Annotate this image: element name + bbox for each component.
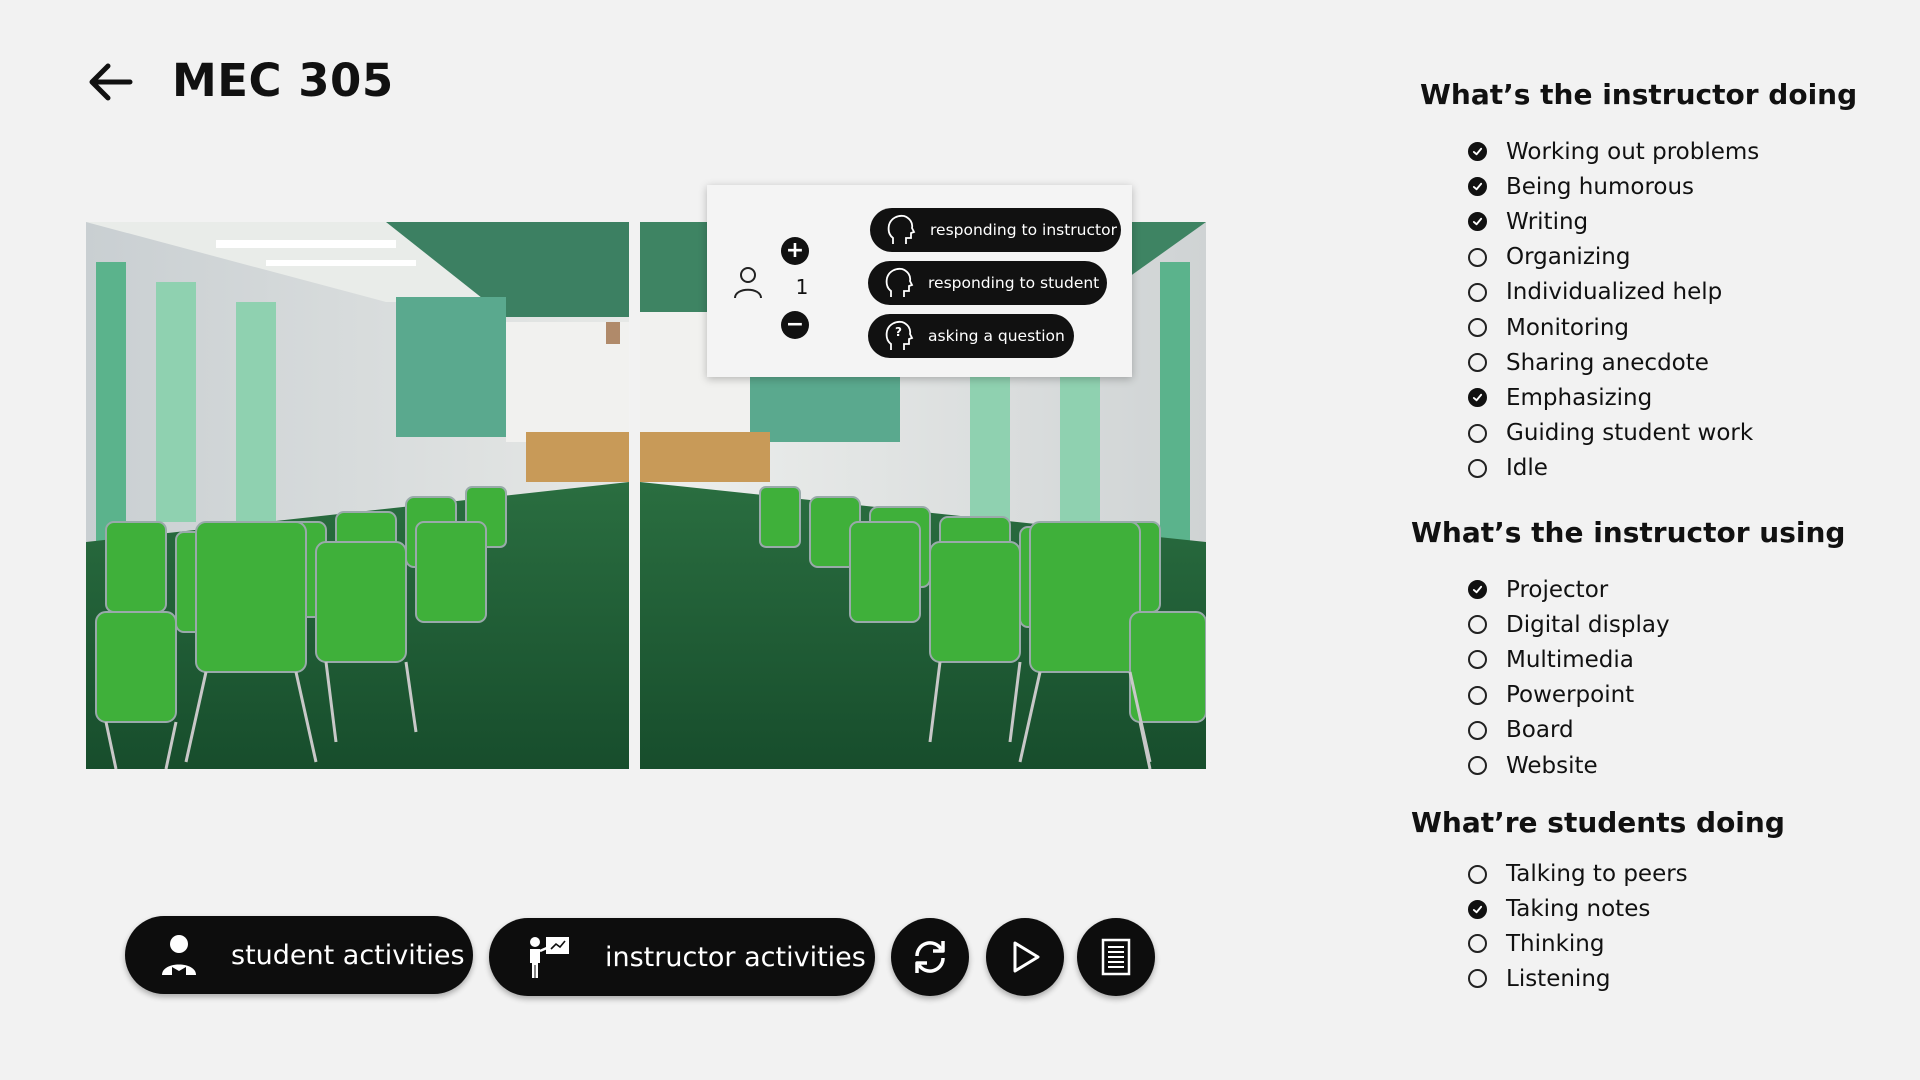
instructor-doing-list: Working out problems Being humorous Writin… (1468, 134, 1759, 486)
option-label: Multimedia (1506, 646, 1634, 673)
empty-circle-icon (1468, 353, 1487, 373)
empty-circle-icon (1468, 969, 1487, 989)
head-speaking-icon (887, 214, 916, 244)
refresh-icon (915, 941, 945, 973)
instructor-activities-button[interactable]: instructor activities (489, 918, 875, 996)
option-label: Being humorous (1506, 173, 1695, 200)
refresh-button[interactable] (891, 918, 969, 996)
option-label: Board (1506, 717, 1574, 744)
participation-popup: + 1 − responding to instructor respondin… (707, 185, 1132, 377)
head-question-icon: ? (885, 320, 914, 350)
check-circle-icon (1468, 580, 1487, 600)
empty-circle-icon (1468, 934, 1487, 954)
instructor-using-title: What’s the instructor using (1411, 516, 1846, 549)
option-item[interactable]: Organizing (1468, 240, 1759, 275)
arrow-left-icon (89, 63, 133, 101)
svg-text:?: ? (895, 325, 902, 339)
empty-circle-icon (1468, 247, 1487, 267)
pill-label: responding to student (928, 274, 1100, 292)
asking-a-question-button[interactable]: ? asking a question (868, 314, 1074, 358)
option-item[interactable]: Listening (1468, 961, 1688, 996)
option-label: Website (1506, 752, 1598, 779)
option-label: Organizing (1506, 244, 1631, 271)
empty-circle-icon (1468, 615, 1487, 635)
option-label: Taking notes (1506, 896, 1651, 923)
decrement-button[interactable]: − (781, 311, 809, 339)
option-item[interactable]: Idle (1468, 451, 1759, 486)
option-label: Individualized help (1506, 279, 1723, 306)
empty-circle-icon (1468, 685, 1487, 705)
check-circle-icon (1468, 388, 1487, 408)
students-doing-list: Talking to peers Taking notes Thinking List… (1468, 857, 1688, 996)
option-item[interactable]: Taking notes (1468, 892, 1688, 927)
classroom-photo-left (86, 222, 629, 769)
head-speaking-icon (885, 267, 914, 297)
page-title: MEC 305 (172, 54, 394, 107)
option-item[interactable]: Emphasizing (1468, 380, 1759, 415)
option-label: Projector (1506, 576, 1609, 603)
option-label: Talking to peers (1506, 861, 1688, 888)
option-item[interactable]: Projector (1468, 572, 1670, 607)
notes-button[interactable] (1077, 918, 1155, 996)
option-item[interactable]: Digital display (1468, 607, 1670, 642)
option-item[interactable]: Being humorous (1468, 169, 1759, 204)
option-label: Idle (1506, 455, 1548, 482)
check-circle-icon (1468, 899, 1487, 919)
option-item[interactable]: Board (1468, 713, 1670, 748)
option-item[interactable]: Multimedia (1468, 642, 1670, 677)
option-label: Digital display (1506, 611, 1670, 638)
empty-circle-icon (1468, 282, 1487, 302)
option-label: Powerpoint (1506, 682, 1635, 709)
instructor-activities-label: instructor activities (605, 941, 866, 973)
student-icon (162, 935, 196, 975)
option-item[interactable]: Monitoring (1468, 310, 1759, 345)
option-item[interactable]: Powerpoint (1468, 678, 1670, 713)
option-label: Writing (1506, 208, 1589, 235)
check-circle-icon (1468, 212, 1487, 232)
option-label: Sharing anecdote (1506, 349, 1709, 376)
play-icon (1013, 941, 1040, 973)
empty-circle-icon (1468, 756, 1487, 776)
empty-circle-icon (1468, 650, 1487, 670)
option-item[interactable]: Individualized help (1468, 275, 1759, 310)
option-item[interactable]: Sharing anecdote (1468, 345, 1759, 380)
instructor-icon (530, 937, 569, 978)
increment-button[interactable]: + (781, 237, 809, 265)
instructor-doing-title: What’s the instructor doing (1420, 78, 1858, 111)
option-item[interactable]: Guiding student work (1468, 416, 1759, 451)
back-button[interactable] (84, 60, 136, 104)
check-circle-icon (1468, 142, 1487, 162)
play-button[interactable] (986, 918, 1064, 996)
option-label: Working out problems (1506, 138, 1760, 165)
pill-label: asking a question (928, 327, 1065, 345)
students-doing-title: What’re students doing (1411, 806, 1785, 839)
check-circle-icon (1468, 177, 1487, 197)
empty-circle-icon (1468, 423, 1487, 443)
option-item[interactable]: Talking to peers (1468, 857, 1688, 892)
option-label: Thinking (1506, 930, 1605, 957)
option-item[interactable]: Website (1468, 748, 1670, 783)
responding-to-student-button[interactable]: responding to student (868, 261, 1107, 305)
option-label: Monitoring (1506, 314, 1629, 341)
responding-to-instructor-button[interactable]: responding to instructor (870, 208, 1121, 252)
option-item[interactable]: Writing (1468, 204, 1759, 239)
option-item[interactable]: Thinking (1468, 927, 1688, 962)
instructor-using-list: Projector Digital display Multimedia Powerp… (1468, 572, 1670, 783)
empty-circle-icon (1468, 458, 1487, 478)
empty-circle-icon (1468, 318, 1487, 338)
option-label: Listening (1506, 965, 1611, 992)
empty-circle-icon (1468, 720, 1487, 740)
student-activities-label: student activities (231, 939, 465, 971)
option-label: Emphasizing (1506, 384, 1653, 411)
option-label: Guiding student work (1506, 420, 1754, 447)
notes-icon (1101, 938, 1131, 976)
option-item[interactable]: Working out problems (1468, 134, 1759, 169)
participant-count: 1 (795, 275, 809, 299)
person-icon (734, 267, 762, 299)
pill-label: responding to instructor (930, 221, 1117, 239)
empty-circle-icon (1468, 864, 1487, 884)
student-activities-button[interactable]: student activities (125, 916, 473, 994)
